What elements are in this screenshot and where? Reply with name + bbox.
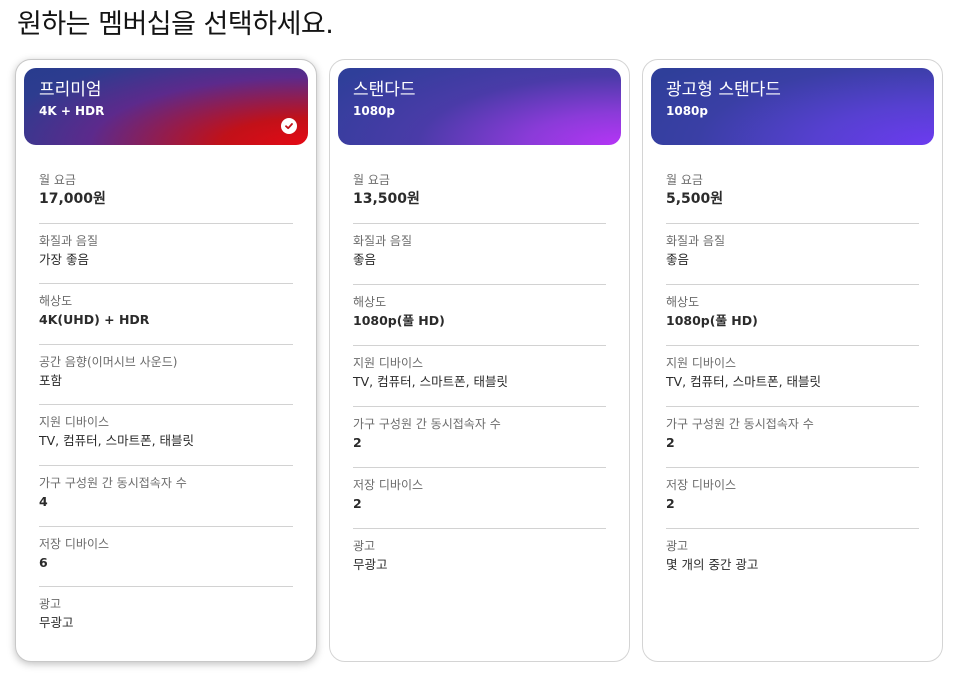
feature-label: 해상도 [39,294,73,309]
plan-header[interactable]: 광고형 스탠다드 1080p [651,68,934,145]
feature-label: 지원 디바이스 [39,415,110,430]
plan-quality-badge: 1080p [666,104,708,118]
feature-label: 월 요금 [39,173,76,187]
feature-label: 가구 구성원 간 동시접속자 수 [666,417,814,431]
feature-row: 지원 디바이스 TV, 컴퓨터, 스마트폰, 태블릿 [39,405,293,466]
plan-card-premium[interactable]: 프리미엄 4K + HDR 월 요금 17,000원 화질과 음질 가장 좋음 … [15,59,317,662]
feature-row: 저장 디바이스 2 [666,468,919,529]
feature-value: 2 [353,496,362,511]
feature-label: 저장 디바이스 [353,478,424,492]
plan-name: 광고형 스탠다드 [666,80,781,100]
feature-value: 13,500원 [353,191,420,207]
feature-label: 가구 구성원 간 동시접속자 수 [39,475,187,490]
feature-row: 가구 구성원 간 동시접속자 수 4 [39,466,293,527]
feature-value: 5,500원 [666,191,724,207]
feature-value: 2 [353,435,362,450]
feature-value: 무광고 [39,615,74,631]
feature-value: 무광고 [353,557,388,572]
feature-label: 광고 [353,539,376,553]
feature-row: 월 요금 17,000원 [39,163,293,224]
plan-card-standard[interactable]: 스탠다드 1080p 월 요금 13,500원 화질과 음질 좋음 해상도 10… [329,59,630,662]
plan-header[interactable]: 스탠다드 1080p [338,68,621,145]
feature-label: 공간 음향(이머시브 사운드) [39,354,178,369]
feature-value: 가장 좋음 [39,251,89,267]
plan-quality-badge: 4K + HDR [39,104,105,118]
feature-value: TV, 컴퓨터, 스마트폰, 태블릿 [666,374,822,389]
plan-features: 월 요금 17,000원 화질과 음질 가장 좋음 해상도 4K(UHD) + … [24,145,308,648]
feature-value: 2 [666,435,675,450]
feature-value: 좋음 [353,252,377,267]
feature-row: 월 요금 13,500원 [353,163,606,224]
feature-value: 17,000원 [39,191,106,207]
plan-card-standard-with-ads[interactable]: 광고형 스탠다드 1080p 월 요금 5,500원 화질과 음질 좋음 해상도… [642,59,943,662]
feature-row: 가구 구성원 간 동시접속자 수 2 [666,407,919,468]
feature-row: 화질과 음질 좋음 [666,224,919,285]
feature-row: 광고 몇 개의 중간 광고 [666,529,919,590]
feature-value: 4 [39,493,48,509]
feature-label: 해상도 [666,295,700,309]
feature-value: 좋음 [666,252,690,267]
feature-value: 1080p(풀 HD) [666,313,758,328]
feature-label: 저장 디바이스 [39,536,110,551]
plan-selection-page: 원하는 멤버십을 선택하세요. 프리미엄 4K + HDR 월 요금 17,00… [0,0,966,683]
check-circle-icon [281,118,297,134]
feature-row: 저장 디바이스 6 [39,527,293,588]
feature-row: 월 요금 5,500원 [666,163,919,224]
plan-name: 프리미엄 [39,80,102,100]
feature-row: 광고 무광고 [353,529,606,590]
feature-label: 화질과 음질 [39,233,99,248]
feature-row: 해상도 1080p(풀 HD) [666,285,919,346]
feature-row: 광고 무광고 [39,587,293,648]
feature-row: 해상도 1080p(풀 HD) [353,285,606,346]
feature-row: 지원 디바이스 TV, 컴퓨터, 스마트폰, 태블릿 [353,346,606,407]
feature-value: 2 [666,496,675,511]
feature-value: 4K(UHD) + HDR [39,312,150,328]
feature-label: 광고 [39,597,62,612]
feature-label: 해상도 [353,295,387,309]
feature-label: 월 요금 [353,173,390,187]
feature-value: 6 [39,554,48,570]
feature-label: 지원 디바이스 [666,356,737,370]
feature-row: 해상도 4K(UHD) + HDR [39,284,293,345]
feature-label: 저장 디바이스 [666,478,737,492]
plan-list: 프리미엄 4K + HDR 월 요금 17,000원 화질과 음질 가장 좋음 … [15,59,943,662]
plan-quality-badge: 1080p [353,104,395,118]
feature-label: 월 요금 [666,173,703,187]
feature-row: 화질과 음질 좋음 [353,224,606,285]
feature-value: 포함 [39,372,63,388]
feature-label: 지원 디바이스 [353,356,424,370]
feature-value: 몇 개의 중간 광고 [666,557,759,572]
plan-features: 월 요금 5,500원 화질과 음질 좋음 해상도 1080p(풀 HD) 지원… [651,145,934,590]
feature-value: 1080p(풀 HD) [353,313,445,328]
feature-row: 지원 디바이스 TV, 컴퓨터, 스마트폰, 태블릿 [666,346,919,407]
plan-name: 스탠다드 [353,80,416,100]
page-title: 원하는 멤버십을 선택하세요. [17,9,334,40]
feature-label: 화질과 음질 [353,234,413,248]
feature-row: 공간 음향(이머시브 사운드) 포함 [39,345,293,406]
feature-label: 가구 구성원 간 동시접속자 수 [353,417,501,431]
plan-header[interactable]: 프리미엄 4K + HDR [24,68,308,145]
feature-label: 화질과 음질 [666,234,726,248]
feature-row: 가구 구성원 간 동시접속자 수 2 [353,407,606,468]
plan-features: 월 요금 13,500원 화질과 음질 좋음 해상도 1080p(풀 HD) 지… [338,145,621,590]
feature-value: TV, 컴퓨터, 스마트폰, 태블릿 [353,374,509,389]
feature-label: 광고 [666,539,689,553]
feature-row: 화질과 음질 가장 좋음 [39,224,293,285]
feature-row: 저장 디바이스 2 [353,468,606,529]
feature-value: TV, 컴퓨터, 스마트폰, 태블릿 [39,433,195,449]
